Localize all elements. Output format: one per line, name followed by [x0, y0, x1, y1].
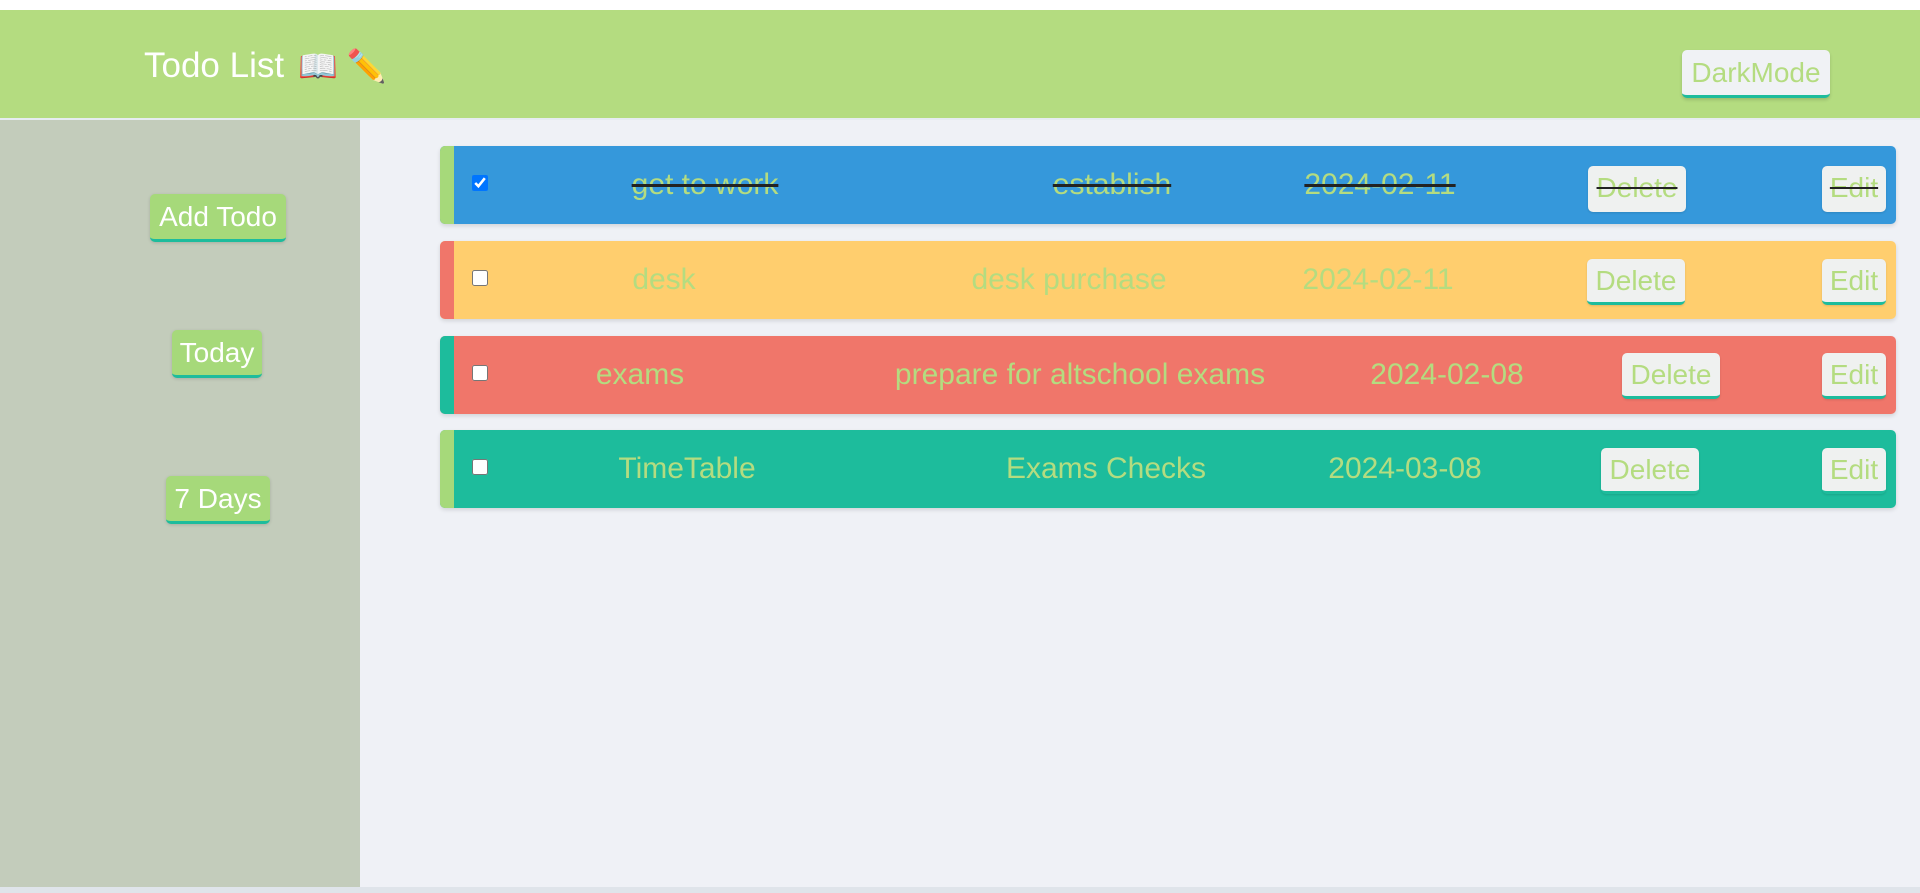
todo-title: exams — [595, 358, 685, 391]
todo-priority-stripe — [440, 430, 454, 508]
todo-details: establish — [1052, 168, 1172, 201]
todo-details: Exams Checks — [1005, 452, 1207, 485]
todo-item: TimeTable Exams Checks 2024-03-08 Delete… — [440, 430, 1896, 508]
todo-details: desk purchase — [971, 263, 1167, 296]
todo-item: desk desk purchase 2024-02-11 Delete Edi… — [440, 241, 1896, 319]
todo-title: TimeTable — [618, 452, 756, 485]
todo-checkbox[interactable] — [472, 270, 488, 286]
delete-button[interactable]: Delete — [1601, 448, 1699, 494]
todo-date: 2024-02-11 — [1302, 263, 1454, 296]
todo-checkbox[interactable] — [472, 459, 488, 475]
today-button[interactable]: Today — [172, 330, 262, 378]
bottom-edge — [0, 887, 1920, 893]
todo-details: prepare for altschool exams — [894, 358, 1266, 391]
todo-title: get to work — [631, 168, 779, 201]
todo-checkbox[interactable] — [472, 365, 488, 381]
todo-priority-stripe — [440, 336, 454, 414]
todo-date: 2024-03-08 — [1328, 452, 1482, 485]
delete-button[interactable]: Delete — [1622, 353, 1720, 399]
todo-checkbox[interactable] — [472, 175, 488, 191]
edit-button[interactable]: Edit — [1822, 353, 1886, 399]
edit-button[interactable]: Edit — [1822, 259, 1886, 305]
todo-date: 2024-02-08 — [1370, 358, 1524, 391]
edit-button[interactable]: Edit — [1822, 166, 1886, 212]
page-title-text: Todo List — [144, 46, 285, 85]
darkmode-button[interactable]: DarkMode — [1682, 50, 1830, 98]
todo-priority-stripe — [440, 146, 454, 224]
sidebar: Add Todo Today 7 Days — [0, 120, 360, 887]
page-title: Todo List 📖 ✏️ — [144, 46, 387, 86]
app-header: Todo List 📖 ✏️ DarkMode — [0, 10, 1920, 120]
delete-button[interactable]: Delete — [1588, 166, 1686, 212]
todo-priority-stripe — [440, 241, 454, 319]
book-pencil-icon: 📖 ✏️ — [298, 48, 387, 84]
todo-title: desk — [632, 263, 696, 296]
todo-date: 2024-02-11 — [1304, 168, 1456, 201]
todo-item: get to work establish 2024-02-11 Delete … — [440, 146, 1896, 224]
add-todo-button[interactable]: Add Todo — [150, 194, 286, 242]
top-edge — [0, 0, 1920, 10]
delete-button[interactable]: Delete — [1587, 259, 1685, 305]
edit-button[interactable]: Edit — [1822, 448, 1886, 494]
todo-item: exams prepare for altschool exams 2024-0… — [440, 336, 1896, 414]
seven-days-button[interactable]: 7 Days — [166, 476, 270, 524]
